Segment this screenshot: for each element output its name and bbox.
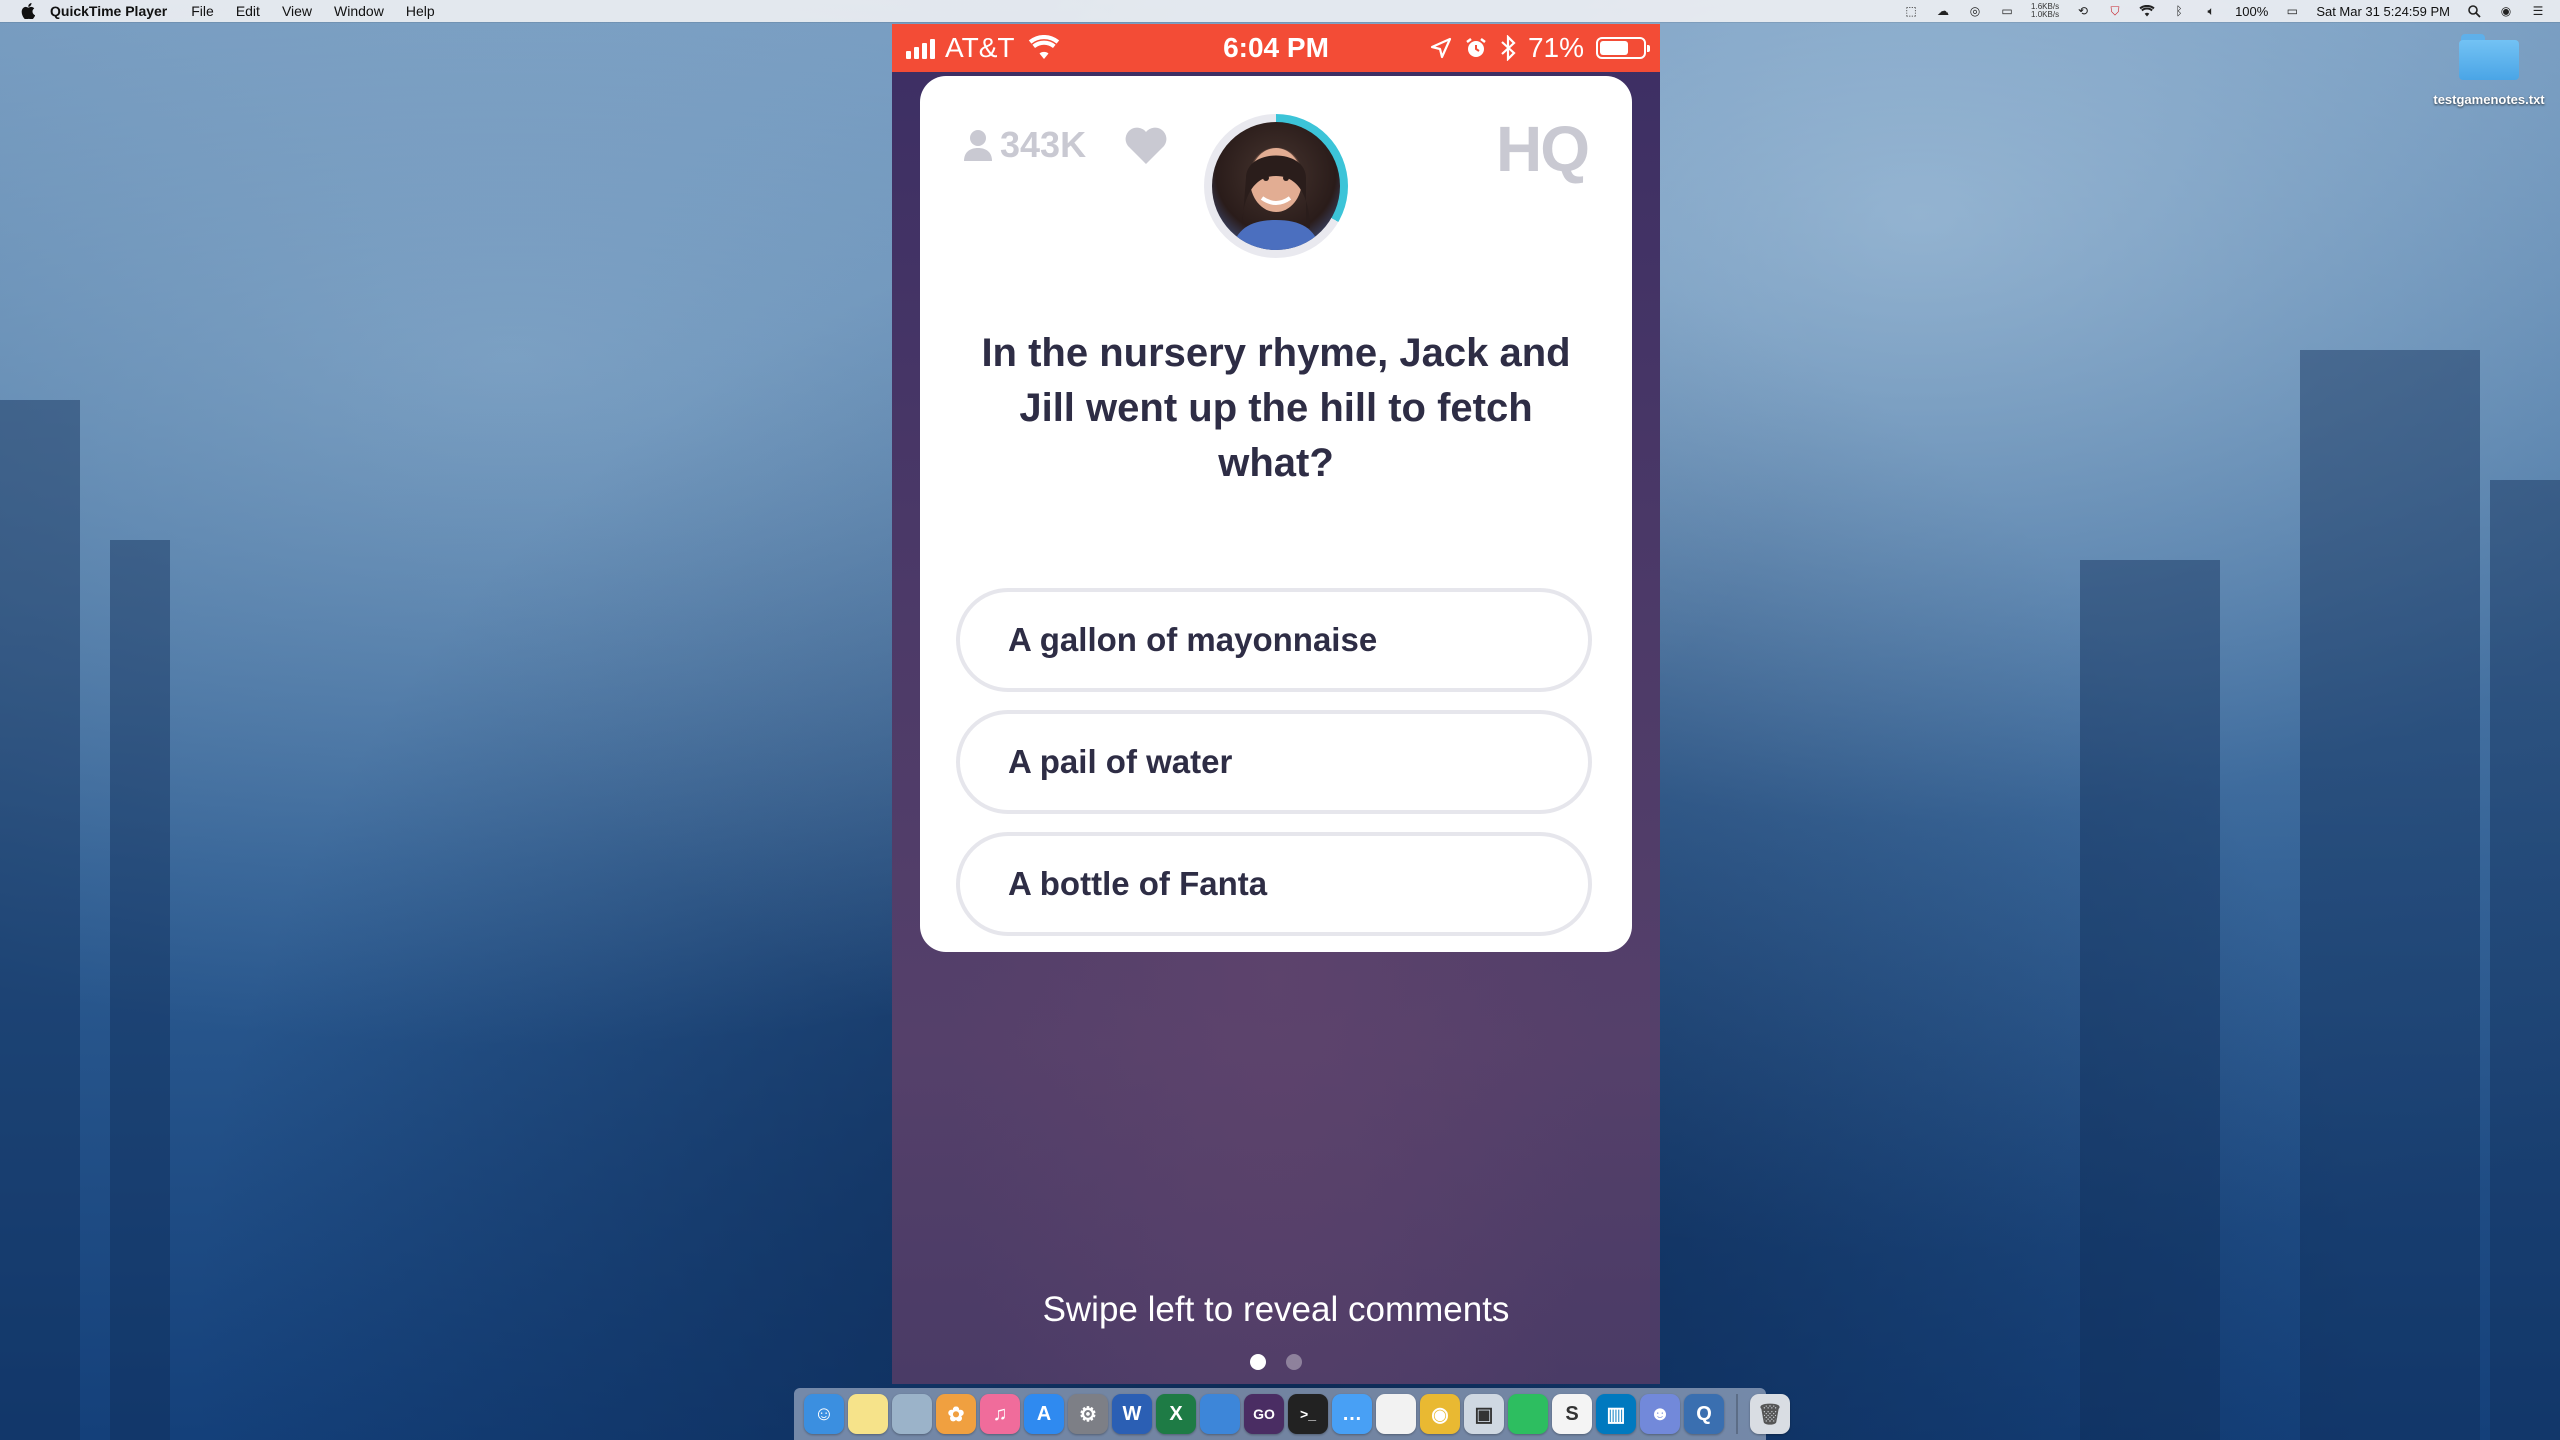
background-skyline	[2080, 560, 2220, 1440]
system-preferences-icon[interactable]: ⚙	[1068, 1394, 1108, 1434]
activity-icon[interactable]: ◎	[1967, 4, 1983, 18]
status-right: 71%	[1430, 24, 1650, 72]
network-speed[interactable]: 1.6KB/s 1.0KB/s	[2031, 3, 2059, 19]
page-indicator[interactable]	[892, 1354, 1660, 1370]
desktop-file-label: testgamenotes.txt	[2433, 92, 2545, 107]
menu-clock[interactable]: Sat Mar 31 5:24:59 PM	[2316, 4, 2450, 19]
evernote-icon[interactable]	[1508, 1394, 1548, 1434]
location-arrow-icon	[1430, 37, 1452, 59]
heart-icon[interactable]	[1124, 126, 1168, 166]
page-dot[interactable]	[1286, 1354, 1302, 1370]
battery-percentage[interactable]: 100%	[2235, 4, 2268, 19]
word-icon[interactable]: W	[1112, 1394, 1152, 1434]
answer-option-1[interactable]: A gallon of mayonnaise	[956, 588, 1592, 692]
cell-signal-icon	[906, 37, 935, 59]
network-download: 1.0KB/s	[2031, 10, 2060, 19]
menu-help[interactable]: Help	[406, 3, 435, 19]
xcode-icon[interactable]	[1200, 1394, 1240, 1434]
battery-icon	[1596, 37, 1650, 59]
question-text: In the nursery rhyme, Jack and Jill went…	[981, 331, 1571, 485]
notes-icon[interactable]	[848, 1394, 888, 1434]
swipe-hint: Swipe left to reveal comments	[1042, 1290, 1510, 1329]
siri-icon[interactable]: ◉	[2498, 4, 2514, 18]
background-skyline	[2300, 350, 2480, 1440]
app-menu[interactable]: QuickTime Player	[50, 3, 167, 19]
countdown-timer-ring	[1204, 114, 1348, 258]
trash-icon[interactable]: 🗑	[1750, 1394, 1790, 1434]
volume-icon[interactable]: 🔈︎	[2203, 4, 2219, 18]
dock-separator	[1736, 1394, 1738, 1434]
finder-icon[interactable]: ☺	[804, 1394, 844, 1434]
apple-menu-icon[interactable]	[20, 3, 36, 19]
wifi-icon[interactable]	[2139, 4, 2155, 18]
phone-screen: AT&T 6:04 PM 71% 343K HQ In the nursery …	[892, 24, 1660, 1384]
background-skyline	[110, 540, 170, 1440]
excel-icon[interactable]: X	[1156, 1394, 1196, 1434]
battery-percentage: 71%	[1527, 32, 1584, 63]
menu-view[interactable]: View	[282, 3, 312, 19]
scrivener-icon[interactable]: S	[1552, 1394, 1592, 1434]
answer-label: A pail of water	[1008, 743, 1233, 780]
menu-file[interactable]: File	[191, 3, 214, 19]
background-skyline	[2490, 480, 2560, 1440]
chrome-icon[interactable]: ◉	[1420, 1394, 1460, 1434]
battery-icon[interactable]: ▭	[2284, 4, 2300, 18]
viewer-count: 343K	[964, 124, 1086, 166]
answer-option-3[interactable]: A bottle of Fanta	[956, 832, 1592, 936]
terminal-icon[interactable]: >_	[1288, 1394, 1328, 1434]
viewer-count-value: 343K	[1000, 124, 1087, 165]
hq-logo: HQ	[1496, 113, 1590, 185]
messages-icon[interactable]: …	[1332, 1394, 1372, 1434]
host-avatar	[1212, 122, 1340, 250]
question-card: 343K HQ In the nursery rhyme, Jack and J…	[920, 76, 1632, 952]
carrier-name: AT&T	[945, 32, 1015, 63]
calendar-icon[interactable]	[1376, 1394, 1416, 1434]
person-icon	[964, 130, 992, 161]
shield-icon[interactable]: ⛉	[2107, 4, 2123, 18]
gog-icon[interactable]: GO	[1244, 1394, 1284, 1434]
preview-icon[interactable]	[892, 1394, 932, 1434]
bluetooth-icon	[1501, 35, 1516, 61]
answer-label: A bottle of Fanta	[1008, 865, 1268, 902]
photos-icon[interactable]: ✿	[936, 1394, 976, 1434]
itunes-icon[interactable]: ♫	[980, 1394, 1020, 1434]
cloud-icon[interactable]: ☁	[1935, 4, 1951, 18]
menu-bar: QuickTime Player File Edit View Window H…	[0, 0, 2560, 22]
folder-icon	[2459, 34, 2519, 80]
trello-icon[interactable]: ▥	[1596, 1394, 1636, 1434]
ios-status-bar: AT&T 6:04 PM 71%	[892, 24, 1660, 72]
virtualbox-icon[interactable]: ▣	[1464, 1394, 1504, 1434]
memory-meter-icon[interactable]: ▭	[1999, 4, 2015, 18]
answer-label: A gallon of mayonnaise	[1008, 621, 1378, 658]
quicktime-icon[interactable]: Q	[1684, 1394, 1724, 1434]
menu-window[interactable]: Window	[334, 3, 384, 19]
notification-center-icon[interactable]: ☰	[2530, 4, 2546, 18]
app-store-icon[interactable]: A	[1024, 1394, 1064, 1434]
bluetooth-icon[interactable]: ᛒ	[2171, 4, 2187, 18]
menu-edit[interactable]: Edit	[236, 3, 260, 19]
time-machine-icon[interactable]: ⟲	[2075, 4, 2091, 18]
page-dot[interactable]	[1250, 1354, 1266, 1370]
background-skyline	[0, 400, 80, 1440]
discord-icon[interactable]: ☻	[1640, 1394, 1680, 1434]
wifi-icon	[1029, 35, 1060, 59]
alarm-clock-icon	[1466, 38, 1486, 57]
answer-option-2[interactable]: A pail of water	[956, 710, 1592, 814]
status-menus: ⬚ ☁ ◎ ▭ 1.6KB/s 1.0KB/s ⟲ ⛉ ᛒ 🔈︎ 100% ▭ …	[1903, 0, 2546, 22]
dock: ☺ ✿ ♫ A ⚙ W X GO >_… ◉ ▣ S ▥ ☻ Q 🗑	[794, 1388, 1790, 1440]
desktop-file[interactable]: testgamenotes.txt	[2424, 34, 2554, 107]
spotlight-search-icon[interactable]	[2466, 4, 2482, 18]
dropbox-icon[interactable]: ⬚	[1903, 4, 1919, 18]
